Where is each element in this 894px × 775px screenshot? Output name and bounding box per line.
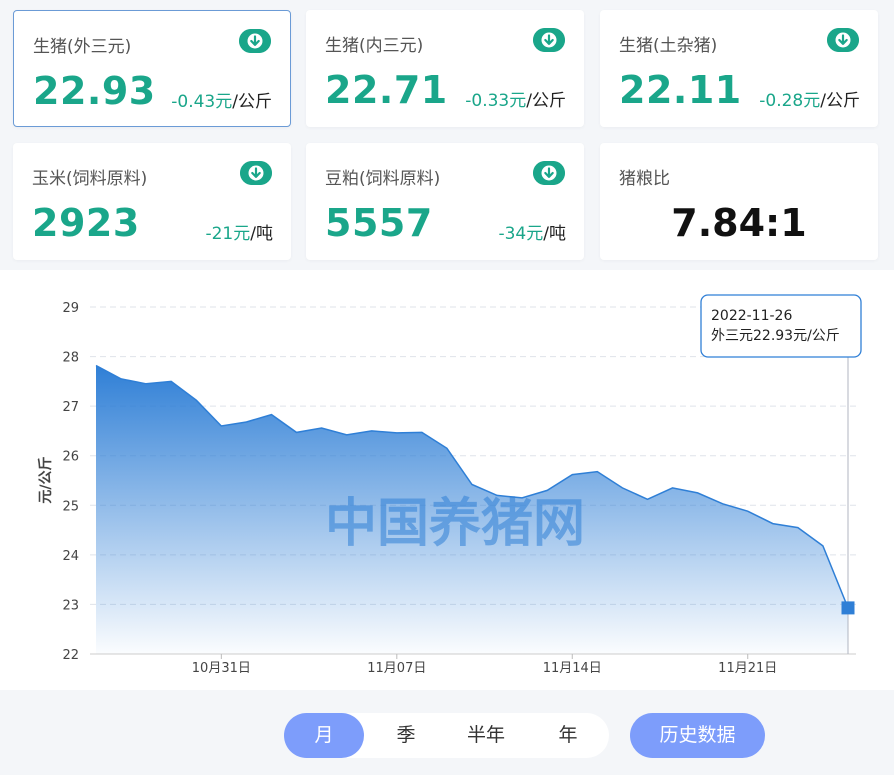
down-arrow-icon	[240, 161, 272, 185]
y-tick-label: 24	[62, 549, 79, 564]
y-tick-label: 28	[62, 351, 79, 366]
price-card-corn[interactable]: 玉米(饲料原料) 2923 -21元/吨	[13, 143, 291, 260]
y-tick-label: 25	[62, 499, 79, 514]
y-axis-label: 元/公斤	[37, 456, 54, 503]
hover-point-marker[interactable]	[841, 601, 855, 615]
y-tick-label: 23	[62, 598, 79, 613]
period-month-button[interactable]: 月	[284, 713, 364, 758]
x-tick-label: 11月21日	[718, 661, 777, 676]
card-value: 5557	[325, 201, 433, 245]
period-year-button[interactable]: 年	[528, 713, 608, 758]
price-card-soybean-meal[interactable]: 豆粕(饲料原料) 5557 -34元/吨	[306, 143, 584, 260]
price-area-chart[interactable]: 22 23 24 25 26 27 28 29 元/公斤 10月31日 11月07日 11月14日…	[0, 270, 894, 690]
watermark: 中国养猪网	[325, 494, 585, 554]
card-label: 豆粕(饲料原料)	[325, 169, 441, 189]
y-tick-label: 27	[62, 400, 79, 415]
card-label: 生猪(外三元)	[33, 37, 132, 57]
history-data-button[interactable]: 历史数据	[630, 713, 765, 758]
card-change: -0.43元/公斤	[171, 92, 272, 112]
price-card-inner-three[interactable]: 生猪(内三元) 22.71 -0.33元/公斤	[306, 10, 584, 127]
card-label: 生猪(土杂猪)	[619, 36, 718, 56]
period-quarter-button[interactable]: 季	[366, 713, 446, 758]
card-value: 2923	[32, 201, 140, 245]
price-card-outer-three[interactable]: 生猪(外三元) 22.93 -0.43元/公斤	[13, 10, 291, 127]
y-tick-label: 26	[62, 450, 79, 465]
pig-grain-ratio-card: 猪粮比 7.84:1	[600, 143, 878, 260]
down-arrow-icon	[533, 161, 565, 185]
period-selector: 月 季 半年 年	[284, 713, 609, 758]
down-arrow-icon	[239, 29, 271, 53]
period-halfyear-button[interactable]: 半年	[446, 713, 526, 758]
tooltip: 2022-11-26 外三元22.93元/公斤	[700, 294, 862, 358]
card-change: -0.28元/公斤	[759, 91, 860, 111]
down-arrow-icon	[533, 28, 565, 52]
y-tick-label: 22	[62, 648, 79, 663]
card-label: 猪粮比	[619, 169, 670, 189]
card-value: 22.11	[619, 68, 742, 112]
down-arrow-icon	[827, 28, 859, 52]
x-tick-label: 11月14日	[543, 661, 602, 676]
ratio-value: 7.84:1	[671, 201, 807, 245]
x-tick-label: 11月07日	[367, 661, 426, 676]
card-label: 玉米(饲料原料)	[32, 169, 148, 189]
tooltip-value: 外三元22.93元/公斤	[711, 328, 840, 344]
card-label: 生猪(内三元)	[325, 36, 424, 56]
card-value: 22.71	[325, 68, 448, 112]
card-change: -0.33元/公斤	[465, 91, 566, 111]
card-value: 22.93	[33, 69, 156, 113]
card-change: -34元/吨	[498, 224, 566, 244]
price-card-native-pig[interactable]: 生猪(土杂猪) 22.11 -0.28元/公斤	[600, 10, 878, 127]
x-tick-label: 10月31日	[192, 661, 251, 676]
tooltip-date: 2022-11-26	[711, 308, 792, 324]
card-change: -21元/吨	[205, 224, 273, 244]
y-tick-label: 29	[62, 301, 79, 316]
